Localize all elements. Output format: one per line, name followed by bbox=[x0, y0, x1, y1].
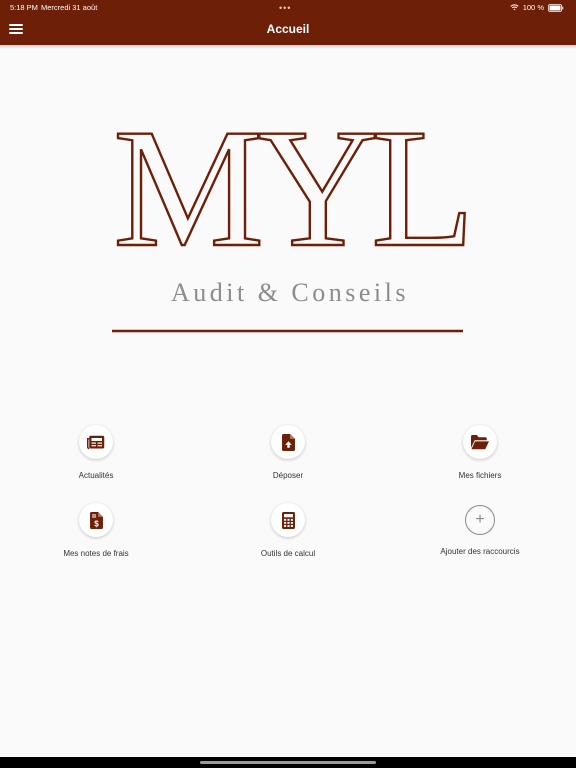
shortcut-label: Outils de calcul bbox=[260, 549, 316, 558]
shortcut-actualites[interactable]: Actualités bbox=[26, 425, 166, 480]
page-title: Accueil bbox=[266, 22, 310, 36]
shortcut-label: Ajouter des raccourcis bbox=[440, 547, 520, 556]
newspaper-icon bbox=[87, 435, 105, 449]
home-indicator[interactable] bbox=[200, 761, 376, 764]
three-dots-icon[interactable]: ••• bbox=[279, 3, 291, 13]
header-shadow bbox=[0, 45, 576, 49]
battery-percent: 100 % bbox=[522, 3, 544, 12]
shortcut-calcul-button[interactable] bbox=[271, 503, 305, 537]
shortcut-label: Mes notes de frais bbox=[63, 549, 129, 558]
shortcut-mes-notes-de-frais[interactable]: $ Mes notes de frais bbox=[26, 503, 166, 558]
shortcut-mes-fichiers[interactable]: Mes fichiers bbox=[410, 425, 550, 480]
status-time: 5:18 PM bbox=[10, 3, 38, 12]
status-right: 100 % bbox=[510, 3, 564, 12]
file-upload-icon bbox=[281, 433, 295, 451]
wifi-icon bbox=[510, 4, 519, 11]
shortcut-ajouter-raccourcis[interactable]: + Ajouter des raccourcis bbox=[410, 505, 550, 556]
top-app-bar: 5:18 PM Mercredi 31 août ••• 100 % Accue… bbox=[0, 0, 576, 45]
shortcut-label: Mes fichiers bbox=[458, 471, 502, 480]
plus-icon[interactable]: + bbox=[465, 505, 495, 535]
company-logo: MYL Audit & Conseils bbox=[112, 105, 475, 333]
shortcut-label: Actualités bbox=[78, 471, 114, 480]
calculator-icon bbox=[281, 511, 295, 529]
shortcut-mes-fichiers-button[interactable] bbox=[463, 425, 497, 459]
shortcut-outils-de-calcul[interactable]: Outils de calcul bbox=[218, 503, 358, 558]
shortcut-label: Déposer bbox=[272, 471, 304, 480]
invoice-dollar-icon: $ bbox=[89, 511, 103, 529]
shortcut-deposer-button[interactable] bbox=[271, 425, 305, 459]
status-date: Mercredi 31 août bbox=[41, 3, 98, 12]
logo-tagline: Audit & Conseils bbox=[171, 278, 409, 307]
svg-text:$: $ bbox=[94, 519, 99, 528]
shortcut-notes-button[interactable]: $ bbox=[79, 503, 113, 537]
logo-letters: MYL bbox=[113, 105, 467, 282]
folder-open-icon bbox=[471, 434, 489, 449]
shortcut-deposer[interactable]: Déposer bbox=[218, 425, 358, 480]
battery-icon bbox=[548, 3, 564, 12]
shortcut-actualites-button[interactable] bbox=[79, 425, 113, 459]
